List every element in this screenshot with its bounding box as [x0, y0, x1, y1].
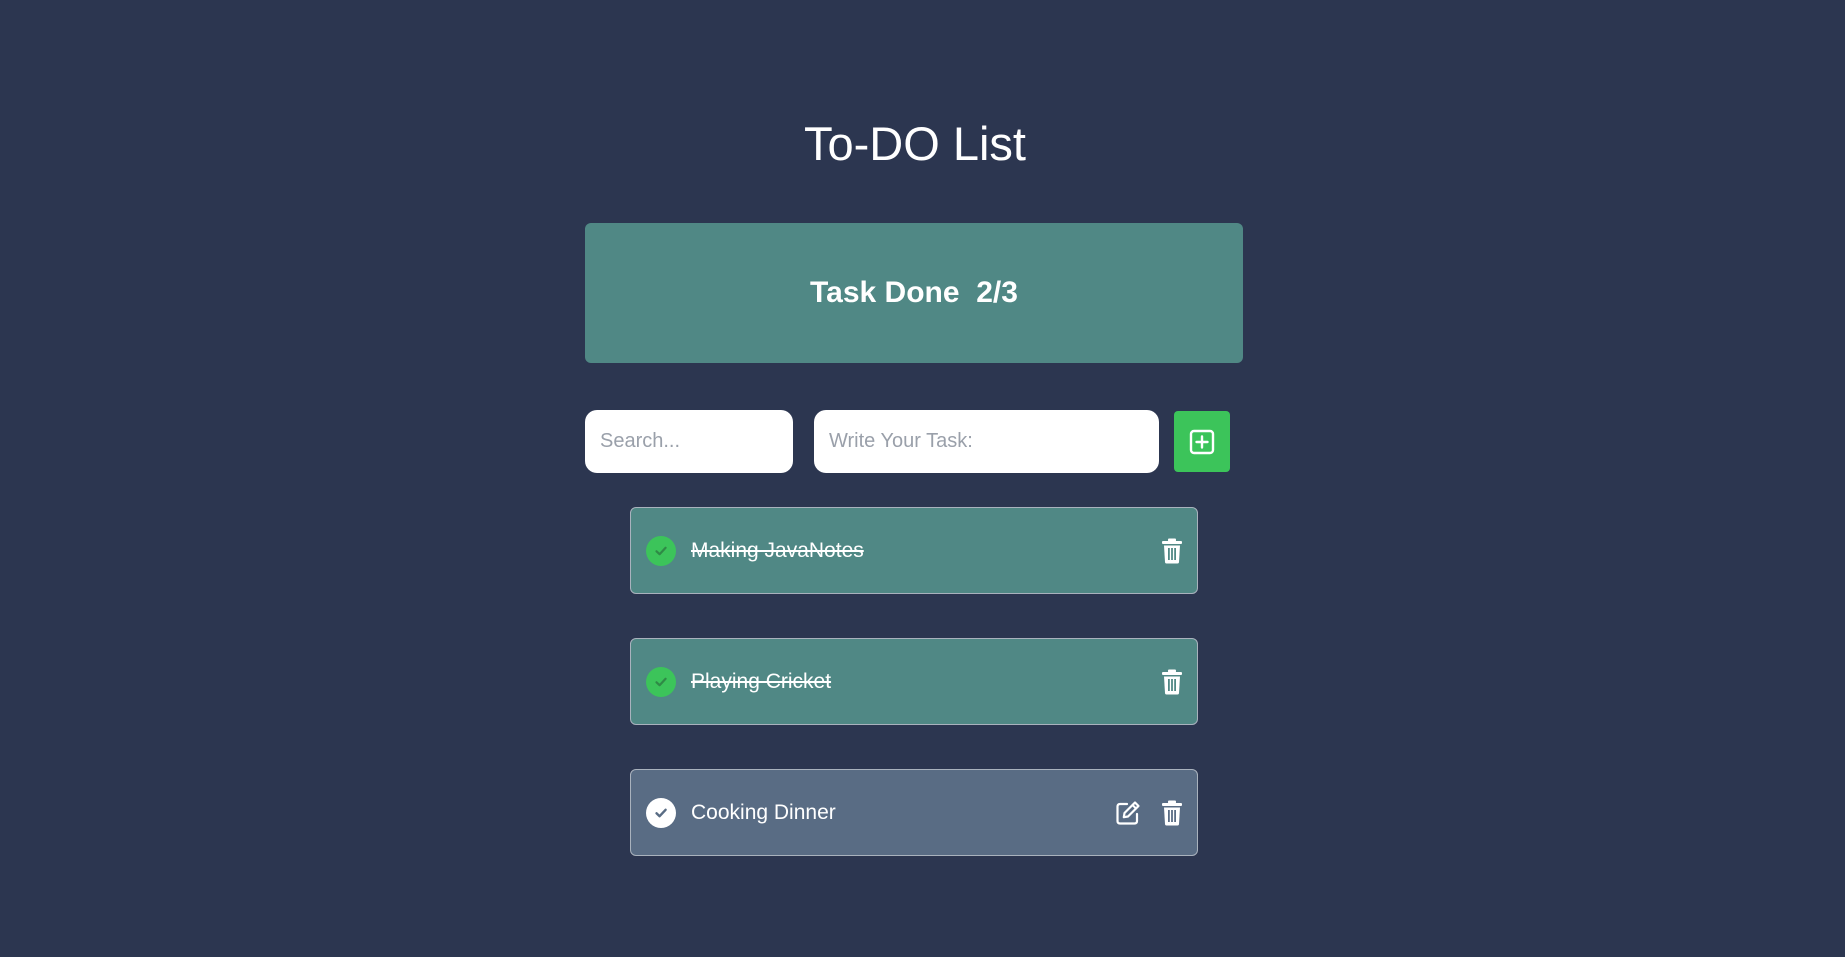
- task-label: Cooking Dinner: [691, 801, 836, 824]
- task-summary-text: Task Done 2/3: [810, 276, 1018, 310]
- search-input[interactable]: [585, 410, 793, 473]
- new-task-input[interactable]: [814, 410, 1159, 473]
- page-title: To-DO List: [804, 117, 1026, 170]
- task-item: Cooking Dinner: [630, 769, 1198, 856]
- plus-square-icon: [1189, 429, 1215, 455]
- task-label: Making JavaNotes: [691, 539, 864, 562]
- task-label: Playing Cricket: [691, 670, 832, 693]
- trash-icon[interactable]: [1158, 668, 1186, 696]
- trash-icon[interactable]: [1158, 799, 1186, 827]
- task-summary-label: Task Done: [810, 276, 960, 309]
- edit-icon[interactable]: [1114, 799, 1142, 827]
- task-item: Making JavaNotes: [630, 507, 1198, 594]
- task-item: Playing Cricket: [630, 638, 1198, 725]
- check-circle-icon[interactable]: [646, 536, 676, 566]
- trash-icon[interactable]: [1158, 537, 1186, 565]
- task-summary-card: Task Done 2/3: [585, 223, 1243, 363]
- check-circle-icon[interactable]: [646, 667, 676, 697]
- task-summary-count: 2/3: [976, 276, 1018, 309]
- check-circle-icon[interactable]: [646, 798, 676, 828]
- add-task-button[interactable]: [1174, 411, 1230, 472]
